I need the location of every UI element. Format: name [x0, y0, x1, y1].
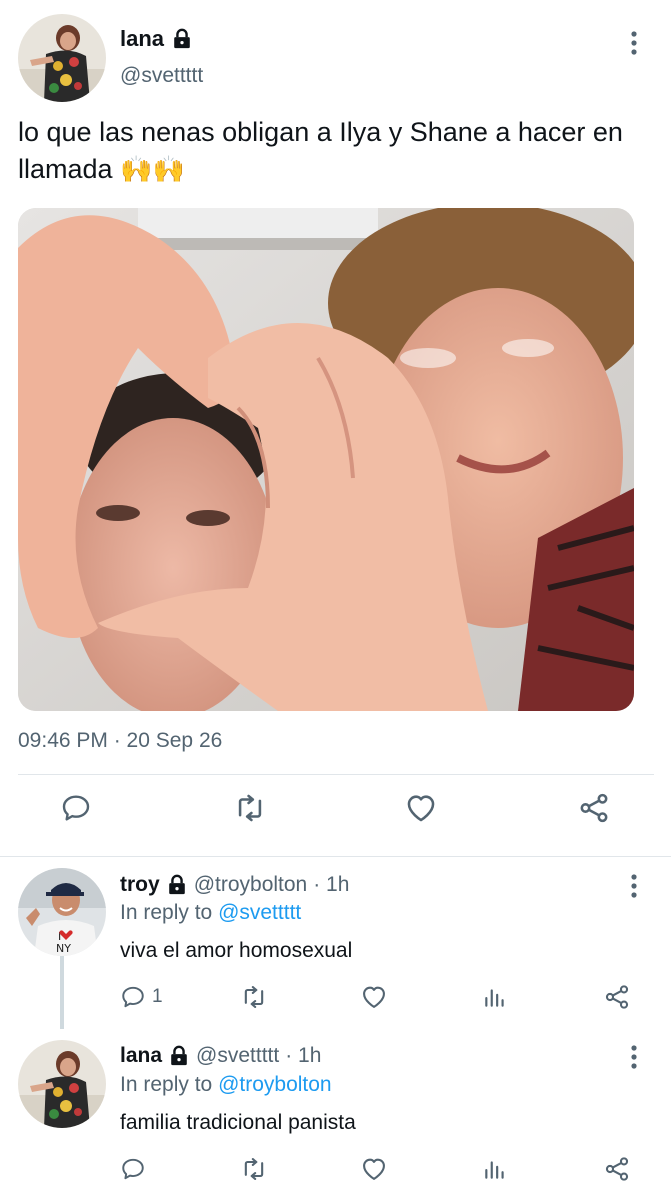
- reply-button[interactable]: [58, 790, 94, 826]
- reply-actions: 1: [0, 981, 671, 1017]
- reply-time: · 1h: [285, 1044, 322, 1067]
- reply-to-mention[interactable]: @svettttt: [218, 901, 301, 924]
- retweet-button[interactable]: [240, 1153, 268, 1185]
- reply-to-label: In reply to: [120, 1073, 213, 1096]
- tweet-timestamp[interactable]: 09:46 PM · 20 Sep 26: [18, 729, 222, 753]
- reply-author-handle[interactable]: @svettttt: [196, 1044, 279, 1068]
- heart-icon: [407, 795, 435, 822]
- svg-text:NY: NY: [56, 942, 71, 955]
- reply-count: 1: [152, 986, 163, 1007]
- share-icon: [580, 793, 608, 823]
- heart-icon: [363, 986, 385, 1008]
- retweet-button[interactable]: [232, 790, 268, 826]
- share-button[interactable]: [603, 981, 631, 1013]
- reply-avatar[interactable]: [18, 1040, 106, 1128]
- reply-context: In reply to @svettttt: [120, 901, 301, 925]
- reply-button[interactable]: [120, 1153, 152, 1185]
- share-icon: [605, 1157, 629, 1181]
- divider: [18, 774, 654, 775]
- reply-header: lana @svettttt · 1h: [120, 1044, 321, 1068]
- author-name[interactable]: lana: [120, 26, 193, 52]
- reply-author-name[interactable]: lana: [120, 1044, 162, 1068]
- analytics-button[interactable]: [482, 1153, 508, 1185]
- analytics-button[interactable]: [482, 981, 508, 1013]
- lock-icon: [174, 28, 190, 49]
- tweet-photo[interactable]: [18, 208, 634, 711]
- author-avatar[interactable]: [18, 14, 106, 102]
- lock-icon: [168, 874, 185, 895]
- author-handle[interactable]: @svettttt: [120, 64, 203, 88]
- share-button[interactable]: [603, 1153, 631, 1185]
- like-button[interactable]: [403, 790, 439, 826]
- reply-button[interactable]: 1: [120, 981, 163, 1013]
- tweet-actions: [0, 790, 671, 842]
- reply-time: · 1h: [313, 873, 350, 896]
- more-icon[interactable]: [630, 30, 638, 56]
- main-tweet: lana @svettttt lo que las nenas obligan …: [0, 0, 671, 858]
- lock-icon: [171, 1045, 187, 1066]
- reply-icon: [62, 795, 90, 821]
- raising-hands-emoji: 🙌🙌: [120, 155, 185, 185]
- more-icon[interactable]: [630, 1044, 638, 1070]
- reply-text: viva el amor homosexual: [120, 939, 353, 962]
- author-name-text[interactable]: lana: [120, 26, 164, 52]
- tweet-text-body: lo que las nenas obligan a Ilya y Shane …: [18, 117, 623, 184]
- like-button[interactable]: [360, 1153, 388, 1185]
- retweet-icon: [244, 1158, 264, 1180]
- reply-avatar[interactable]: I NY: [18, 868, 106, 956]
- more-icon[interactable]: [630, 873, 638, 899]
- reply-author-handle[interactable]: @troybolton: [194, 873, 308, 897]
- reply-header: troy @troybolton · 1h: [120, 873, 349, 897]
- like-button[interactable]: [360, 981, 388, 1013]
- tweet-text: lo que las nenas obligan a Ilya y Shane …: [18, 114, 658, 189]
- reply-icon: [122, 1158, 144, 1180]
- reply-icon: [122, 986, 144, 1008]
- reply-text: familia tradicional panista: [120, 1111, 356, 1134]
- share-icon: [605, 985, 629, 1009]
- retweet-button[interactable]: [240, 981, 268, 1013]
- reply-to-label: In reply to: [120, 901, 213, 924]
- reply-tweet[interactable]: lana @svettttt · 1h In reply to @troybol…: [0, 1027, 671, 1199]
- heart-icon: [363, 1158, 385, 1180]
- share-button[interactable]: [576, 790, 612, 826]
- retweet-icon: [244, 986, 264, 1008]
- reply-actions: [0, 1153, 671, 1189]
- reply-context: In reply to @troybolton: [120, 1073, 332, 1097]
- reply-author-name[interactable]: troy: [120, 873, 160, 897]
- reply-to-mention[interactable]: @troybolton: [218, 1073, 332, 1096]
- reply-tweet[interactable]: I NY troy @troybolton · 1h In reply to @…: [0, 857, 671, 1029]
- retweet-icon: [238, 794, 262, 822]
- analytics-icon: [485, 989, 504, 1007]
- analytics-icon: [485, 1161, 504, 1179]
